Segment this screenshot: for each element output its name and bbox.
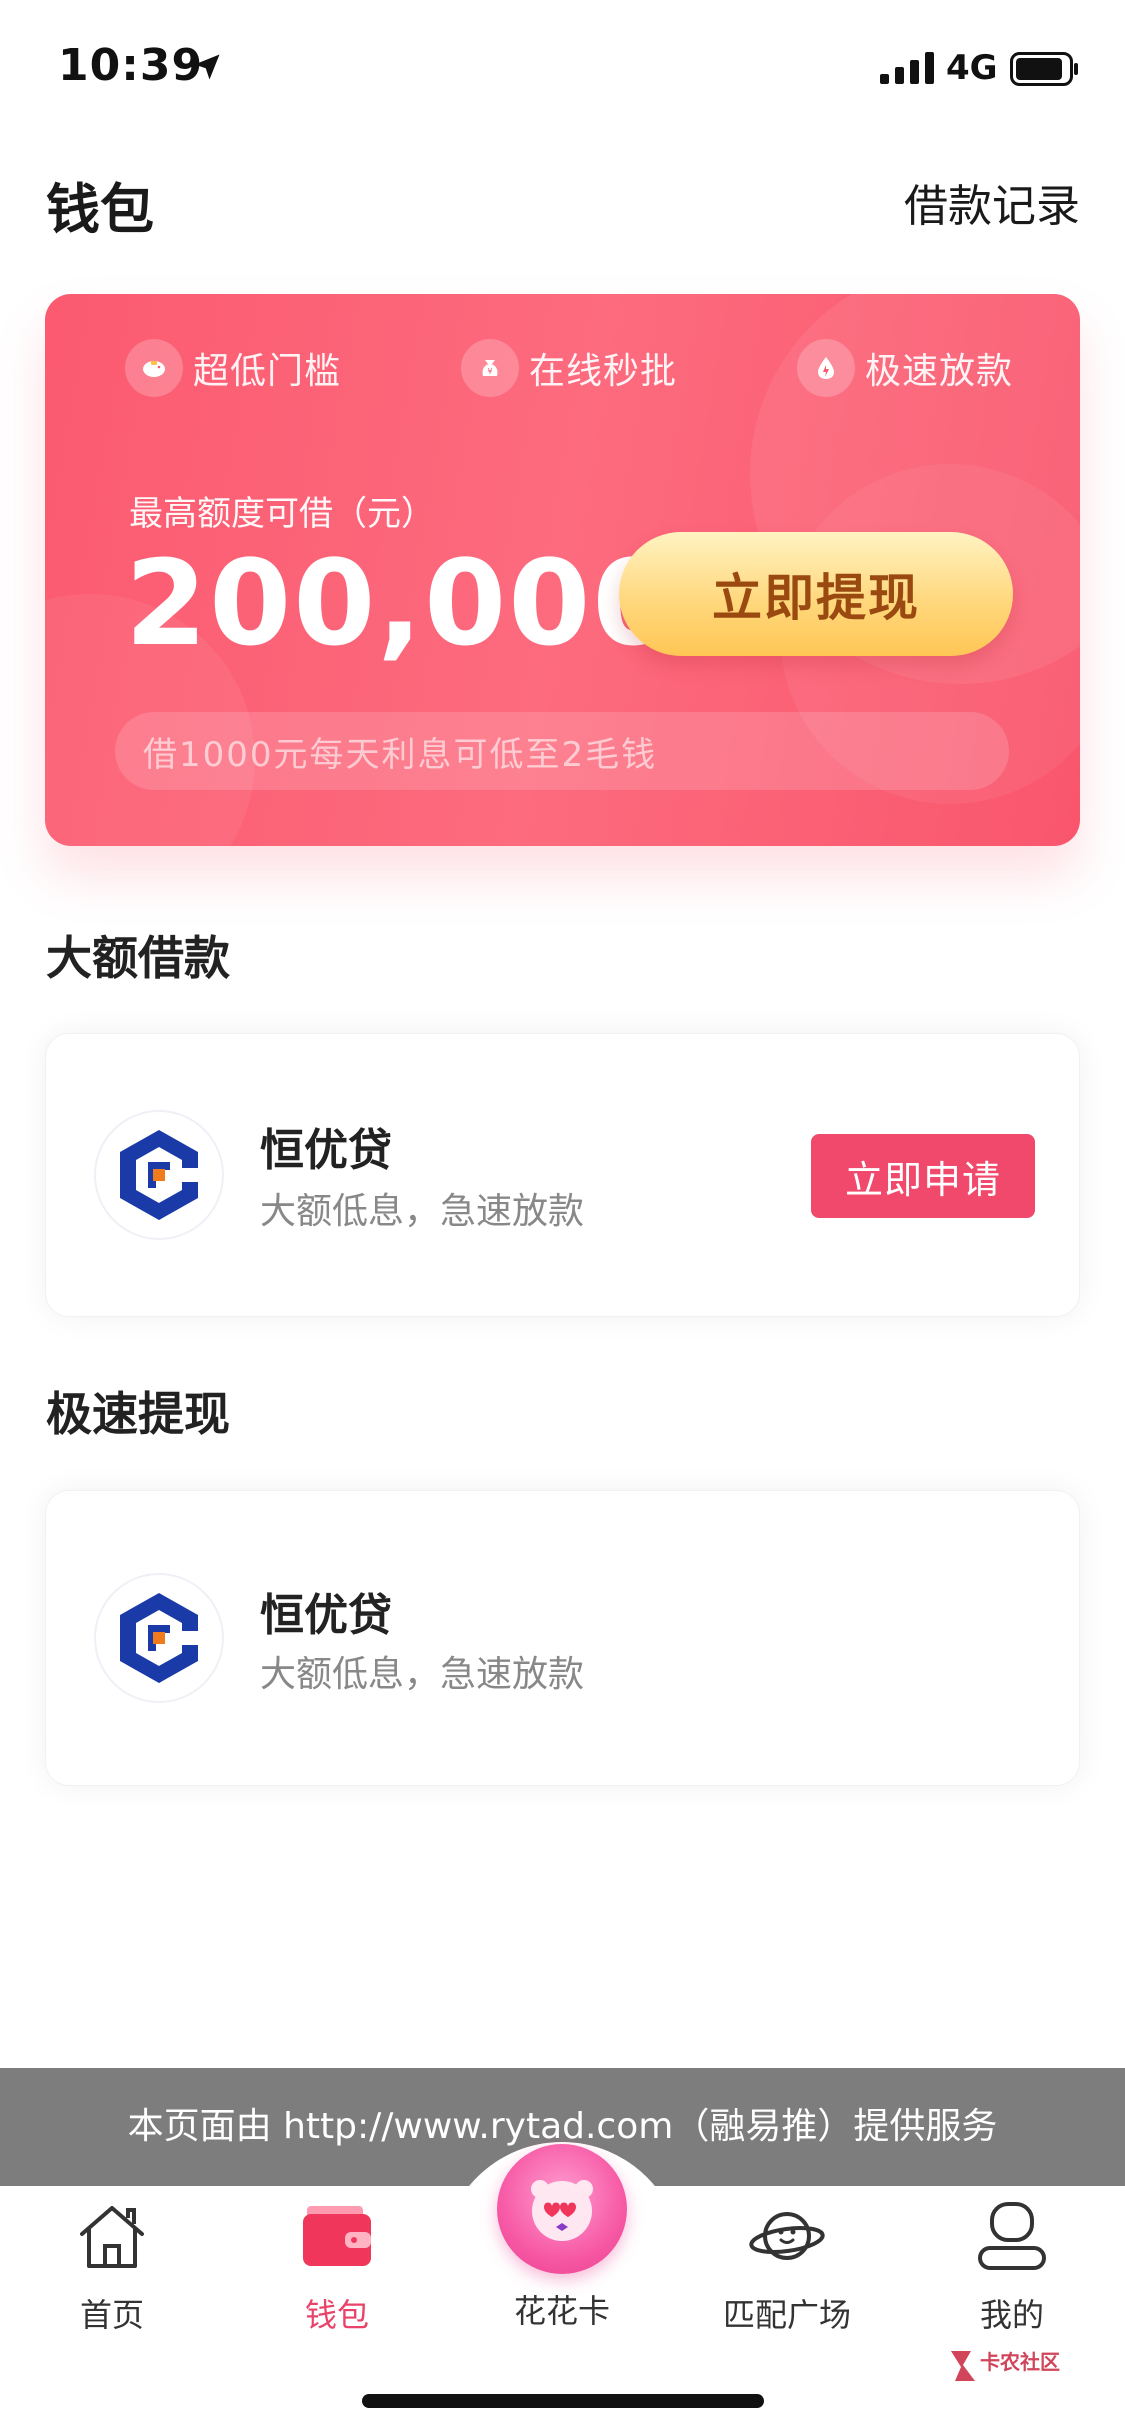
- tab-wallet[interactable]: 钱包: [257, 2196, 417, 2336]
- home-icon: [80, 2206, 144, 2268]
- cellular-signal-icon: [880, 52, 934, 84]
- product-logo: [94, 1110, 224, 1240]
- section-title-fast-withdraw: 极速提现: [46, 1387, 230, 1441]
- battery-icon: [1010, 52, 1078, 86]
- status-bar: 10:39 4G: [0, 0, 1125, 135]
- tab-label: 钱包: [304, 2296, 369, 2334]
- home-indicator: [362, 2394, 764, 2408]
- feature-fast-payout: 极速放款: [797, 338, 1013, 398]
- loan-record-link[interactable]: 借款记录: [904, 170, 1080, 234]
- tab-match-square[interactable]: 匹配广场: [707, 2196, 867, 2336]
- product-name: 恒优贷: [260, 1590, 392, 1641]
- page-title: 钱包: [46, 178, 154, 241]
- product-card[interactable]: 恒优贷 大额低息，急速放款 立即申请: [45, 1033, 1080, 1317]
- feature-low-threshold: 超低门槛: [125, 338, 341, 398]
- feature-label: 在线秒批: [529, 351, 678, 392]
- tab-label: 首页: [79, 2296, 144, 2334]
- product-desc: 大额低息，急速放款: [260, 1654, 585, 1695]
- piggy-bank-icon: [125, 339, 183, 397]
- feature-label: 超低门槛: [193, 351, 342, 392]
- status-time: 10:39: [58, 40, 204, 91]
- planet-icon: [749, 2212, 825, 2260]
- feature-instant-approval: ¥ 在线秒批: [461, 338, 677, 398]
- tab-home[interactable]: 首页: [32, 2196, 192, 2336]
- money-bag-icon: ¥: [461, 339, 519, 397]
- interest-promo: 借1000元每天利息可低至2毛钱: [115, 712, 1009, 790]
- drop-icon: [797, 339, 855, 397]
- hengyoudai-logo-icon: [120, 1593, 198, 1683]
- max-credit-label: 最高额度可借（元）: [129, 494, 435, 534]
- svg-text:¥: ¥: [487, 367, 492, 376]
- product-card[interactable]: 恒优贷 大额低息，急速放款: [45, 1490, 1080, 1786]
- tab-label: 我的: [979, 2296, 1044, 2334]
- watermark-text: 卡农社区: [980, 2350, 1060, 2374]
- hengyoudai-logo-icon: [120, 1130, 198, 1220]
- wallet-icon: [303, 2206, 371, 2266]
- feature-label: 极速放款: [865, 351, 1014, 392]
- tab-flower-card[interactable]: [497, 2144, 627, 2274]
- product-logo: [94, 1573, 224, 1703]
- profile-icon: [978, 2202, 1046, 2270]
- tab-profile[interactable]: 我的: [932, 2196, 1092, 2336]
- location-arrow-icon: [194, 54, 220, 80]
- network-type: 4G: [946, 48, 998, 88]
- apply-now-button[interactable]: 立即申请: [811, 1134, 1035, 1218]
- product-desc: 大额低息，急速放款: [260, 1191, 585, 1232]
- flower-card-icon: [531, 2180, 593, 2241]
- credit-hero-card: 超低门槛 ¥ 在线秒批 极速放款 最高额度可借（元） 200,000 立即提现 …: [45, 294, 1080, 846]
- max-credit-amount: 200,000: [125, 534, 677, 672]
- section-title-large-loan: 大额借款: [46, 931, 230, 985]
- product-name: 恒优贷: [260, 1125, 392, 1176]
- tab-label: 花花卡: [513, 2292, 610, 2330]
- tab-label: 匹配广场: [722, 2296, 851, 2334]
- withdraw-now-button[interactable]: 立即提现: [619, 532, 1013, 656]
